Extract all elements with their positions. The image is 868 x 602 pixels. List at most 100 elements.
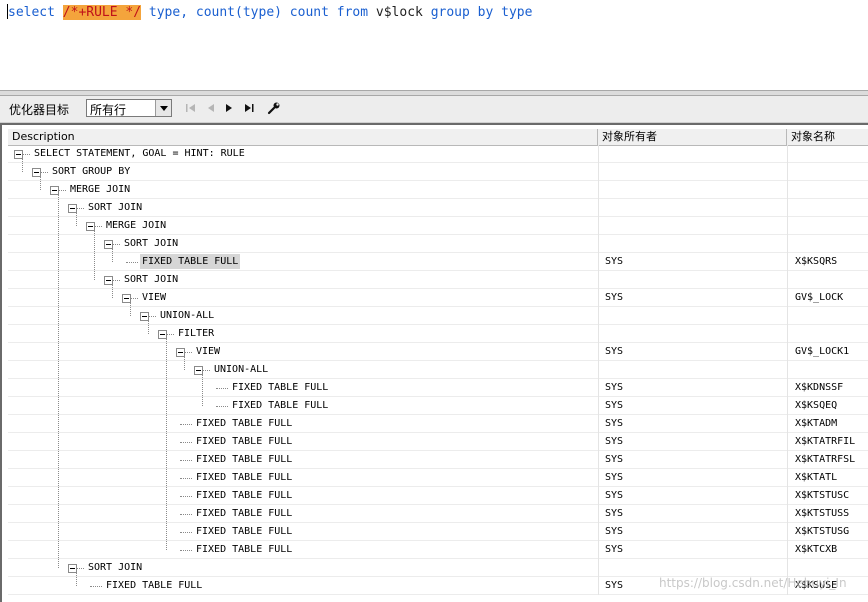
column-header-object-name[interactable]: 对象名称 <box>787 129 868 145</box>
sql-token: type <box>501 5 533 20</box>
collapse-toggle-icon[interactable] <box>104 276 113 285</box>
table-row[interactable]: VIEW SYS GV$_LOCK1 <box>8 343 868 361</box>
collapse-toggle-icon[interactable] <box>104 240 113 249</box>
collapse-toggle-icon[interactable] <box>68 564 77 573</box>
table-row[interactable]: FIXED TABLE FULL SYS X$KTCXB <box>8 541 868 559</box>
column-divider <box>787 541 788 559</box>
plan-operation[interactable]: FIXED TABLE FULL <box>194 542 294 557</box>
column-divider <box>787 235 788 253</box>
table-row[interactable]: MERGE JOIN <box>8 217 868 235</box>
plan-operation[interactable]: FIXED TABLE FULL <box>194 470 294 485</box>
plan-operation[interactable]: FIXED TABLE FULL <box>230 380 330 395</box>
table-row[interactable]: FIXED TABLE FULL SYS X$KTADM <box>8 415 868 433</box>
table-row[interactable]: FIXED TABLE FULL SYS X$KTATRFIL <box>8 433 868 451</box>
first-icon[interactable] <box>184 101 198 115</box>
last-icon[interactable] <box>242 101 256 115</box>
column-divider <box>787 145 788 163</box>
tree-guide-line <box>184 357 185 370</box>
collapse-toggle-icon[interactable] <box>86 222 95 231</box>
tree-connector <box>77 208 84 209</box>
watermark: https://blog.csdn.net/Hehuyi_In <box>659 576 847 590</box>
table-row[interactable]: SORT JOIN <box>8 235 868 253</box>
table-row[interactable]: SORT JOIN <box>8 199 868 217</box>
collapse-toggle-icon[interactable] <box>158 330 167 339</box>
optimizer-goal-label: 优化器目标 <box>9 103 70 117</box>
plan-operation[interactable]: MERGE JOIN <box>104 218 168 233</box>
plan-operation[interactable]: SORT JOIN <box>86 560 144 575</box>
table-row[interactable]: FILTER <box>8 325 868 343</box>
table-row[interactable]: FIXED TABLE FULL SYS X$KTSTUSC <box>8 487 868 505</box>
plan-operation[interactable]: FIXED TABLE FULL <box>104 578 204 593</box>
column-header-description[interactable]: Description <box>8 129 598 145</box>
collapse-toggle-icon[interactable] <box>32 168 41 177</box>
plan-operation[interactable]: FIXED TABLE FULL <box>194 488 294 503</box>
table-row[interactable]: FIXED TABLE FULL SYS X$KTSTUSG <box>8 523 868 541</box>
collapse-toggle-icon[interactable] <box>14 150 23 159</box>
wrench-icon[interactable] <box>267 101 281 115</box>
optimizer-goal-value: 所有行 <box>90 103 127 117</box>
plan-operation[interactable]: VIEW <box>140 290 168 305</box>
plan-operation[interactable]: FIXED TABLE FULL <box>194 434 294 449</box>
column-divider <box>787 523 788 541</box>
collapse-toggle-icon[interactable] <box>140 312 149 321</box>
plan-operation[interactable]: SELECT STATEMENT, GOAL = HINT: RULE <box>32 146 247 161</box>
object-name-cell: X$KTSTUSC <box>795 490 850 501</box>
prev-icon[interactable] <box>204 101 218 115</box>
collapse-toggle-icon[interactable] <box>122 294 131 303</box>
table-row[interactable]: FIXED TABLE FULL SYS X$KTSTUSS <box>8 505 868 523</box>
optimizer-goal-select[interactable]: 所有行 <box>86 99 172 117</box>
column-header-owner[interactable]: 对象所有者 <box>598 129 787 145</box>
collapse-toggle-icon[interactable] <box>176 348 185 357</box>
collapse-toggle-icon[interactable] <box>68 204 77 213</box>
column-divider <box>598 307 599 325</box>
plan-operation[interactable]: FIXED TABLE FULL <box>140 254 241 269</box>
column-divider <box>787 325 788 343</box>
table-row[interactable]: FIXED TABLE FULL SYS X$KTATL <box>8 469 868 487</box>
grid-header: Description 对象所有者 对象名称 <box>8 129 868 146</box>
collapse-toggle-icon[interactable] <box>50 186 59 195</box>
next-icon[interactable] <box>222 101 236 115</box>
column-divider <box>787 307 788 325</box>
plan-operation[interactable]: UNION-ALL <box>212 362 270 377</box>
plan-operation[interactable]: FIXED TABLE FULL <box>194 452 294 467</box>
sql-text[interactable]: select /*+RULE */ type, count(type) coun… <box>7 4 532 20</box>
sql-token: /*+RULE */ <box>62 5 142 20</box>
table-row[interactable]: FIXED TABLE FULL SYS X$KSQEQ <box>8 397 868 415</box>
table-row[interactable]: MERGE JOIN <box>8 181 868 199</box>
column-divider <box>598 343 599 361</box>
plan-operation[interactable]: FILTER <box>176 326 216 341</box>
plan-operation[interactable]: MERGE JOIN <box>68 182 132 197</box>
sql-token: count <box>289 5 329 20</box>
chevron-down-icon[interactable] <box>155 100 171 116</box>
column-divider <box>787 451 788 469</box>
table-row[interactable]: FIXED TABLE FULL SYS X$KTATRFSL <box>8 451 868 469</box>
table-row[interactable]: SELECT STATEMENT, GOAL = HINT: RULE <box>8 145 868 163</box>
table-row[interactable]: FIXED TABLE FULL SYS X$KSQRS <box>8 253 868 271</box>
plan-operation[interactable]: SORT JOIN <box>122 236 180 251</box>
plan-operation[interactable]: FIXED TABLE FULL <box>194 506 294 521</box>
plan-operation[interactable]: FIXED TABLE FULL <box>194 416 294 431</box>
column-divider <box>598 505 599 523</box>
tree-guide-line <box>130 303 131 316</box>
plan-operation[interactable]: FIXED TABLE FULL <box>194 524 294 539</box>
plan-operation[interactable]: SORT GROUP BY <box>50 164 132 179</box>
table-row[interactable]: FIXED TABLE FULL SYS X$KDNSSF <box>8 379 868 397</box>
table-row[interactable]: UNION-ALL <box>8 361 868 379</box>
plan-operation[interactable]: SORT JOIN <box>122 272 180 287</box>
table-row[interactable]: SORT GROUP BY <box>8 163 868 181</box>
object-owner-cell: SYS <box>605 400 624 411</box>
plan-operation[interactable]: VIEW <box>194 344 222 359</box>
plan-operation[interactable]: UNION-ALL <box>158 308 216 323</box>
collapse-toggle-icon[interactable] <box>194 366 203 375</box>
table-row[interactable]: SORT JOIN <box>8 271 868 289</box>
table-row[interactable]: SORT JOIN <box>8 559 868 577</box>
plan-operation[interactable]: FIXED TABLE FULL <box>230 398 330 413</box>
sql-editor[interactable]: select /*+RULE */ type, count(type) coun… <box>0 0 868 93</box>
table-row[interactable]: UNION-ALL <box>8 307 868 325</box>
plan-operation[interactable]: SORT JOIN <box>86 200 144 215</box>
table-row[interactable]: VIEW SYS GV$_LOCK <box>8 289 868 307</box>
object-name-cell: X$KTATRFSL <box>795 454 856 465</box>
